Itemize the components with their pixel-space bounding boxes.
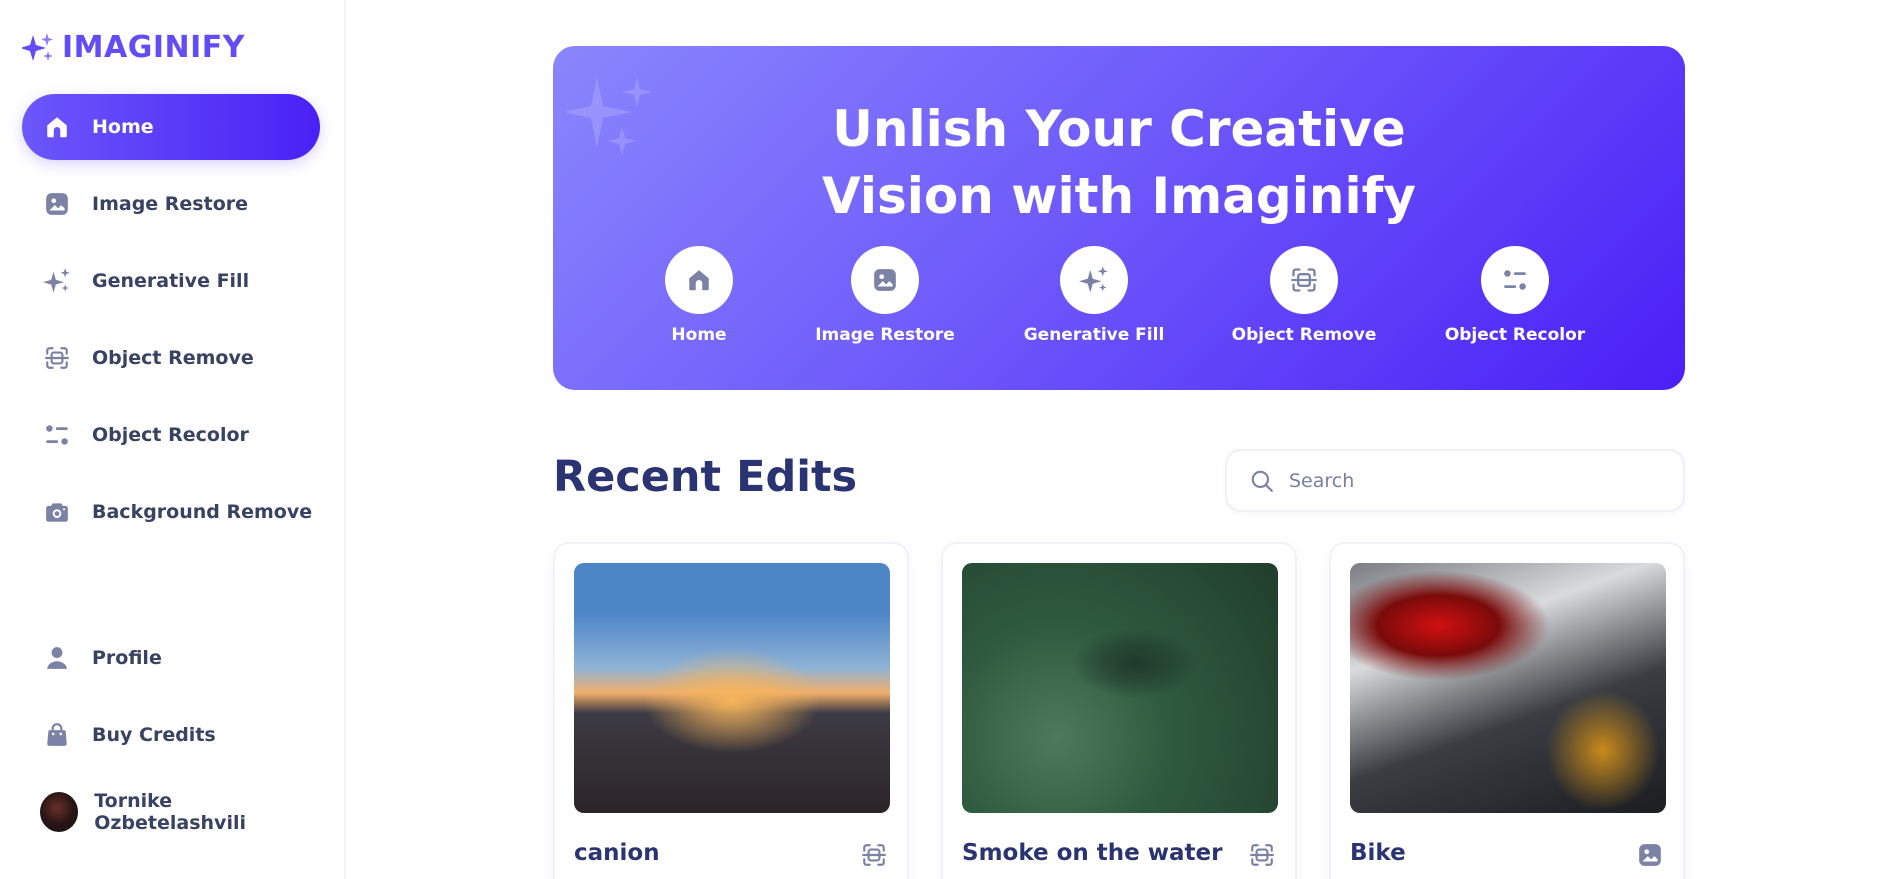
quick-link-circle <box>1481 246 1549 314</box>
sidebar-item-label: Home <box>92 116 154 138</box>
quick-link-image-restore[interactable]: Image Restore <box>785 246 985 345</box>
card-title: Bike <box>1350 840 1406 866</box>
sidebar: IMAGINIFY Home Image Restore Generative … <box>0 0 346 879</box>
card-title: Smoke on the water <box>962 840 1223 866</box>
image-icon <box>874 269 896 291</box>
quick-link-label: Image Restore <box>815 325 955 345</box>
quick-link-label: Generative Fill <box>1023 325 1165 345</box>
quick-link-circle <box>1270 246 1338 314</box>
camera-icon <box>42 497 72 527</box>
main-nav: Home Image Restore Generative Fill Objec… <box>22 94 320 556</box>
image-icon <box>42 189 72 219</box>
card-thumbnail[interactable] <box>574 563 890 813</box>
card-title: canion <box>574 840 660 866</box>
sidebar-item-profile[interactable]: Profile <box>22 625 320 691</box>
sidebar-item-background-remove[interactable]: Background Remove <box>22 479 320 545</box>
scan-icon <box>1291 268 1317 292</box>
edit-card[interactable]: canion <box>553 542 909 879</box>
card-thumbnail[interactable] <box>1350 563 1666 813</box>
user-icon <box>42 643 72 673</box>
quick-link-label: Object Remove <box>1231 325 1377 345</box>
filter-icon <box>1504 270 1526 290</box>
search-input[interactable] <box>1289 469 1669 492</box>
sidebar-item-image-restore[interactable]: Image Restore <box>22 171 320 237</box>
filter-icon <box>42 420 72 450</box>
quick-link-circle <box>1060 246 1128 314</box>
quick-link-object-remove[interactable]: Object Remove <box>1204 246 1404 345</box>
user-profile-button[interactable]: Tornike Ozbetelashvili <box>22 779 320 845</box>
quick-link-generative-fill[interactable]: Generative Fill <box>994 246 1194 345</box>
scan-icon <box>859 840 889 870</box>
sparkles-icon <box>42 266 72 296</box>
scan-icon <box>42 343 72 373</box>
sidebar-item-label: Generative Fill <box>92 270 250 292</box>
sidebar-item-generative-fill[interactable]: Generative Fill <box>22 248 320 314</box>
scan-icon <box>1247 840 1277 870</box>
sidebar-item-label: Buy Credits <box>92 724 216 746</box>
recent-edits-title: Recent Edits <box>553 452 858 502</box>
logo[interactable]: IMAGINIFY <box>22 30 245 65</box>
hero-banner: Unlish Your Creative Vision with Imagini… <box>553 46 1685 390</box>
quick-link-label: Home <box>671 325 727 345</box>
quick-link-object-recolor[interactable]: Object Recolor <box>1415 246 1615 345</box>
secondary-nav: Profile Buy Credits Tornike Ozbetelashvi… <box>22 625 320 845</box>
edit-card[interactable]: Bike <box>1329 542 1685 879</box>
quick-link-circle <box>851 246 919 314</box>
sidebar-item-home[interactable]: Home <box>22 94 320 160</box>
user-name: Tornike Ozbetelashvili <box>94 790 246 834</box>
banner-title-line-2: Vision with Imaginify <box>822 167 1416 225</box>
bag-icon <box>42 720 72 750</box>
sparkles-icon <box>1079 266 1108 293</box>
sidebar-item-label: Object Remove <box>92 347 254 369</box>
banner-title: Unlish Your Creative Vision with Imagini… <box>553 96 1685 230</box>
sidebar-item-label: Object Recolor <box>92 424 249 446</box>
sidebar-item-label: Background Remove <box>92 501 313 523</box>
sidebar-item-object-remove[interactable]: Object Remove <box>22 325 320 391</box>
edit-card[interactable]: Smoke on the water <box>941 542 1297 879</box>
search-box[interactable] <box>1225 449 1685 512</box>
search-icon <box>1251 470 1273 492</box>
home-icon <box>689 270 709 291</box>
logo-text: IMAGINIFY <box>62 30 246 65</box>
home-icon <box>42 112 72 142</box>
banner-title-line-1: Unlish Your Creative <box>832 100 1406 158</box>
sidebar-item-buy-credits[interactable]: Buy Credits <box>22 702 320 768</box>
quick-link-label: Object Recolor <box>1444 325 1586 345</box>
sidebar-item-object-recolor[interactable]: Object Recolor <box>22 402 320 468</box>
sidebar-item-label: Profile <box>92 647 162 669</box>
quick-link-circle <box>665 246 733 314</box>
image-icon <box>1635 840 1665 870</box>
card-thumbnail[interactable] <box>962 563 1278 813</box>
quick-links: Home Image Restore Generative Fill Objec… <box>553 246 1685 356</box>
logo-icon <box>22 32 53 61</box>
avatar <box>40 792 79 832</box>
quick-link-home[interactable]: Home <box>599 246 799 345</box>
sidebar-item-label: Image Restore <box>92 193 249 215</box>
